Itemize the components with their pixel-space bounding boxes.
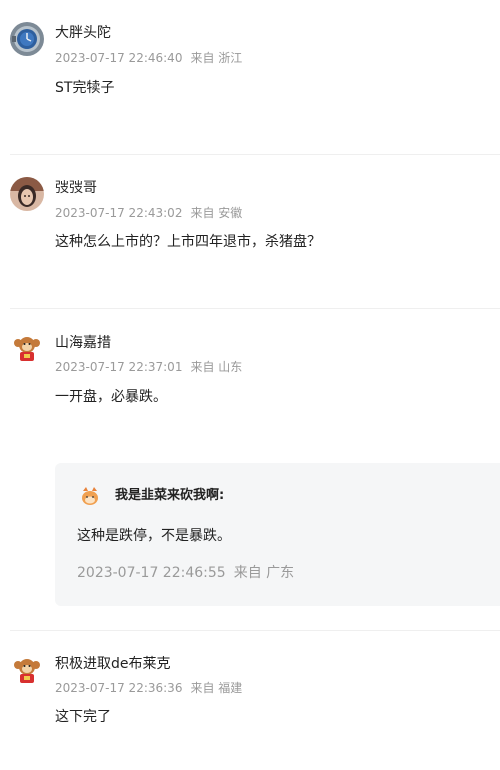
username[interactable]: 大胖头陀 [55,24,111,42]
divider [10,630,500,631]
portrait-photo-avatar-icon [10,177,44,211]
timestamp: 2023-07-17 22:36:36 [55,681,183,695]
reply-meta: 2023-07-17 22:46:55 来自 广东 [77,563,294,583]
comment-text: 一开盘，必暴跌。 [55,389,167,405]
location: 来自 福建 [190,681,243,695]
cartoon-cat-avatar-icon [79,485,101,507]
reply-box: 我是韭菜来砍我啊: 这种是跌停，不是暴跌。 2023-07-17 22:46:5… [55,463,500,606]
timestamp: 2023-07-17 22:46:55 [77,565,226,581]
comment-meta: 2023-07-17 22:46:40 来自 浙江 [55,50,242,66]
location: 来自 安徽 [190,206,243,220]
avatar[interactable] [10,22,44,56]
location: 来自 广东 [233,565,295,581]
location: 来自 浙江 [190,51,243,65]
avatar[interactable] [12,655,42,685]
username[interactable]: 山海嘉措 [55,334,111,352]
comment-meta: 2023-07-17 22:43:02 来自 安徽 [55,205,242,221]
comment-text: 这种怎么上市的？上市四年退市，杀猪盘？ [55,234,321,250]
username[interactable]: 积极进取de布莱克 [55,655,171,673]
watch-photo-avatar-icon [10,22,44,56]
reply-text: 这种是跌停，不是暴跌。 [77,528,231,544]
comment-text: ST完犊子 [55,80,115,96]
avatar[interactable] [10,177,44,211]
avatar[interactable] [12,333,42,363]
comment-text: 这下完了 [55,709,111,725]
reply-username[interactable]: 我是韭菜来砍我啊: [115,487,224,505]
timestamp: 2023-07-17 22:37:01 [55,360,183,374]
reply-avatar[interactable] [79,485,101,507]
comment-meta: 2023-07-17 22:36:36 来自 福建 [55,680,242,696]
divider [10,308,500,309]
divider [10,154,500,155]
comment-meta: 2023-07-17 22:37:01 来自 山东 [55,359,242,375]
cartoon-monkey-avatar-icon [12,333,42,363]
cartoon-monkey-avatar-icon [12,655,42,685]
location: 来自 山东 [190,360,243,374]
username[interactable]: 弢弢哥 [55,179,97,197]
timestamp: 2023-07-17 22:46:40 [55,51,183,65]
timestamp: 2023-07-17 22:43:02 [55,206,183,220]
